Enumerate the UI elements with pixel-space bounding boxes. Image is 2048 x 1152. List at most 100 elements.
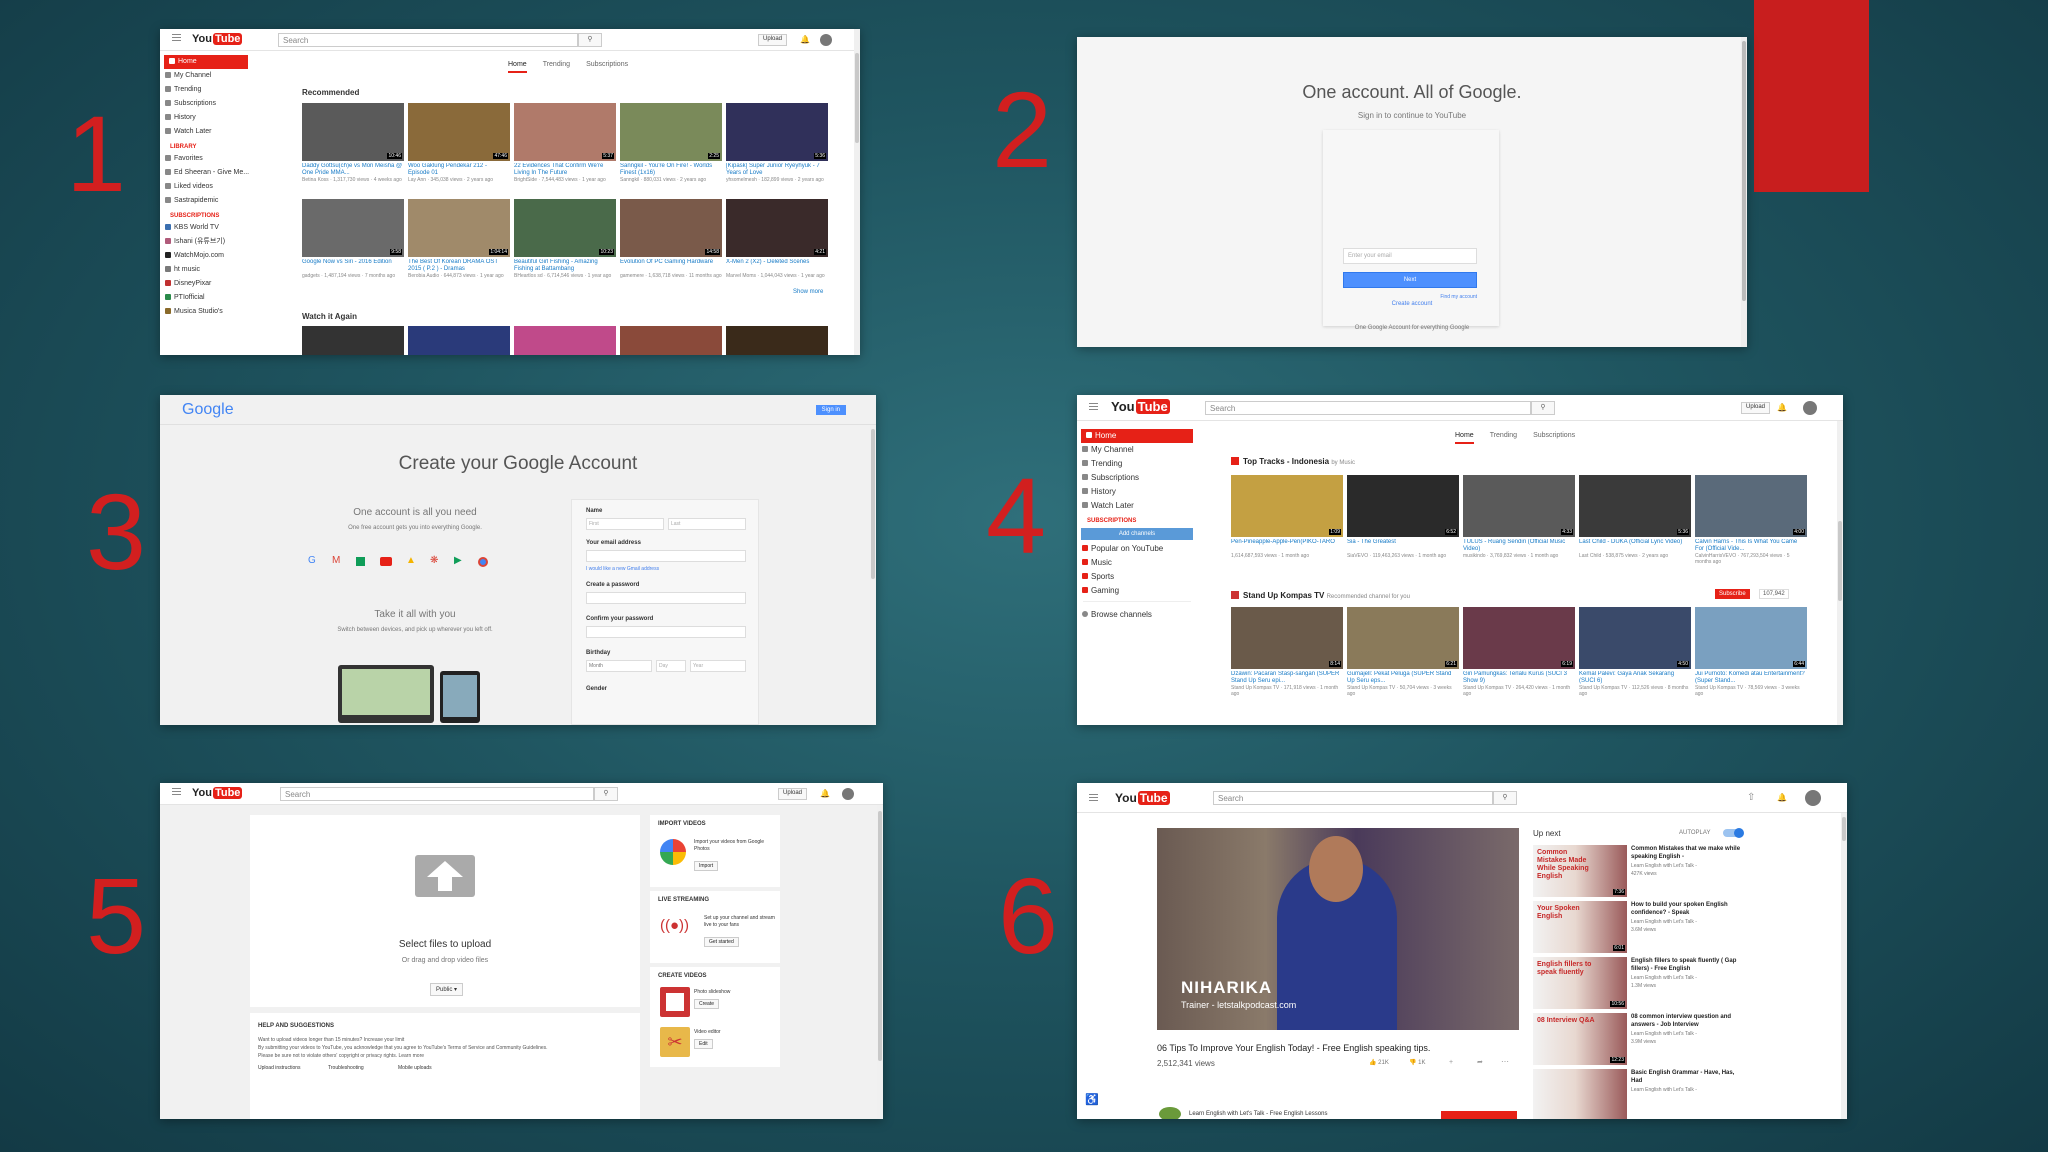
select-files-label[interactable]: Select files to upload — [250, 939, 640, 950]
video-card[interactable]: 2:25 Sanngkil - You're On Fire! - Worlds … — [620, 103, 722, 183]
nav-watch-later[interactable]: Watch Later — [1077, 499, 1197, 513]
accessibility-icon[interactable]: ♿ — [1085, 1093, 1099, 1106]
scrollbar[interactable] — [877, 805, 883, 1119]
dislike-button[interactable]: 👎 1K — [1409, 1059, 1425, 1066]
confirm-field[interactable] — [586, 626, 746, 638]
menu-icon[interactable] — [1089, 797, 1098, 798]
video-title[interactable]: Sanngkil - You're On Fire! - Worlds Fine… — [620, 163, 722, 177]
create-account-link[interactable]: Create account — [1077, 301, 1747, 307]
video-thumbnail[interactable] — [726, 326, 828, 355]
video-card[interactable]: 5:36 Last Child - DUKA (Official Lyric Vi… — [1579, 475, 1691, 559]
up-next-item[interactable]: Your Spoken English 6:01 How to build your… — [1533, 901, 1833, 953]
video-title[interactable]: Sia - The Greatest — [1347, 539, 1459, 553]
scrollbar[interactable] — [854, 29, 860, 355]
up-next-item[interactable]: 08 Interview Q&A 12:23 08 common interview… — [1533, 1013, 1833, 1065]
search-input[interactable]: Search — [1205, 401, 1531, 415]
nav-home[interactable]: Home — [1081, 429, 1193, 443]
video-thumbnail[interactable]: 2:25 — [620, 103, 722, 161]
video-card[interactable]: 4:21 X-Men 2 (X2) - Deleted Scenes Marvel … — [726, 199, 828, 279]
tab-home[interactable]: Home — [508, 61, 527, 73]
video-title[interactable]: Dzawin: Pacaran Stasp-sangan (SUPER Stan… — [1231, 671, 1343, 685]
channel-avatar[interactable] — [1159, 1107, 1181, 1119]
subscription-item[interactable]: Music — [1077, 556, 1197, 570]
video-thumbnail[interactable]: 10:46 — [302, 103, 404, 161]
video-card[interactable]: 14:58 Evolution Of PC Gaming Hardware game… — [620, 199, 722, 279]
day-field[interactable]: Day — [656, 660, 686, 672]
upload-button[interactable]: Upload — [758, 34, 788, 46]
search-button[interactable]: ⚲ — [1531, 401, 1555, 415]
library-item[interactable]: Sastrapidemic — [160, 194, 252, 208]
upload-button[interactable]: Upload — [778, 788, 808, 800]
menu-icon[interactable] — [172, 37, 181, 38]
nav-history[interactable]: History — [1077, 485, 1197, 499]
scrollbar[interactable] — [1837, 421, 1843, 725]
video-card[interactable]: 9:58 Google Now vs Siri - 2016 Edition gad… — [302, 199, 404, 279]
help-link-troubleshooting[interactable]: Troubleshooting — [328, 1065, 364, 1071]
nav-home[interactable]: Home — [164, 55, 248, 69]
video-title[interactable]: The Best Of Korean DRAMA OST 2015 ( P.2 … — [408, 259, 510, 273]
search-button[interactable]: ⚲ — [1493, 791, 1517, 805]
subscribe-button[interactable]: Subscribe — [1715, 589, 1750, 599]
video-thumbnail[interactable]: 08 Interview Q&A 12:23 — [1533, 1013, 1627, 1065]
nav-trending[interactable]: Trending — [1077, 457, 1197, 471]
bell-icon[interactable]: 🔔 — [820, 789, 830, 798]
video-title[interactable]: Google Now vs Siri - 2016 Edition — [302, 259, 404, 273]
youtube-logo[interactable]: You Tube — [1111, 399, 1170, 414]
channel-subscribe-button[interactable] — [1441, 1111, 1517, 1119]
video-thumbnail[interactable]: 47:46 — [408, 103, 510, 161]
password-field[interactable] — [586, 592, 746, 604]
subscription-item[interactable]: WatchMojo.com — [160, 249, 252, 263]
scrollbar[interactable] — [870, 425, 876, 725]
video-title[interactable]: Last Child - DUKA (Official Lyric Video) — [1579, 539, 1691, 553]
video-title[interactable]: Gumajell: Pekat Peluga (SUPER Stand Up S… — [1347, 671, 1459, 685]
video-thumbnail[interactable]: 4:21 — [726, 199, 828, 257]
up-next-title[interactable]: Common Mistakes that we make while speak… — [1631, 845, 1745, 861]
video-title[interactable]: TULUS - Ruang Sendiri (Official Music Vi… — [1463, 539, 1575, 553]
subscription-item[interactable]: Ishani (유튜브기) — [160, 235, 252, 249]
video-thumbnail[interactable]: English fillers to speak fluently 10:56 — [1533, 957, 1627, 1009]
video-card[interactable]: 6:21 Gumajell: Pekat Peluga (SUPER Stand … — [1347, 607, 1459, 697]
video-thumbnail[interactable]: 6:52 — [1347, 475, 1459, 537]
new-gmail-link[interactable]: I would like a new Gmail address — [586, 566, 659, 572]
video-thumbnail[interactable]: 6:19 — [1463, 607, 1575, 669]
tab-subscriptions[interactable]: Subscriptions — [1533, 432, 1575, 439]
video-card[interactable]: 10:46 Daddy Gottsu(ch)e vs Mon Meisha @ O… — [302, 103, 404, 183]
video-thumbnail[interactable]: 10:23 — [514, 199, 616, 257]
share-icon[interactable]: ➦ — [1477, 1058, 1483, 1066]
avatar[interactable] — [820, 34, 832, 46]
subscription-item[interactable]: PTIofficial — [160, 291, 252, 305]
search-button[interactable]: ⚲ — [578, 33, 602, 47]
add-to-icon[interactable]: + — [1449, 1059, 1453, 1066]
up-next-item[interactable]: Basic English Grammar - Have, Has, Had Le… — [1533, 1069, 1833, 1119]
video-thumbnail[interactable] — [1533, 1069, 1627, 1119]
video-card[interactable]: 4:33 TULUS - Ruang Sendiri (Official Musi… — [1463, 475, 1575, 559]
bell-icon[interactable]: 🔔 — [1777, 403, 1787, 412]
subscription-item[interactable]: Sports — [1077, 570, 1197, 584]
up-next-title[interactable]: English fillers to speak fluently ( Gap … — [1631, 957, 1745, 973]
video-card[interactable]: 1:09 Pen-Pineapple-Apple-Pen(PIKO-TARO 1,6… — [1231, 475, 1343, 559]
more-icon[interactable]: ⋯ — [1501, 1057, 1509, 1066]
autoplay-toggle[interactable] — [1723, 828, 1744, 838]
help-link-upload-instructions[interactable]: Upload instructions — [258, 1065, 301, 1071]
show-more-link[interactable]: Show more — [793, 289, 823, 295]
library-item[interactable]: Ed Sheeran - Give Me... — [160, 166, 252, 180]
video-thumbnail[interactable]: Common Mistakes Made While Speaking Engl… — [1533, 845, 1627, 897]
video-title[interactable]: Kemal Palevi: Gaya Anak Sekarang (SUCI 6… — [1579, 671, 1691, 685]
video-thumbnail[interactable]: 5:37 — [514, 103, 616, 161]
video-title[interactable]: Evolution Of PC Gaming Hardware — [620, 259, 722, 273]
menu-icon[interactable] — [172, 791, 181, 792]
video-thumbnail[interactable]: 1:04:14 — [408, 199, 510, 257]
video-thumbnail[interactable]: 4:33 — [1463, 475, 1575, 537]
video-title[interactable]: Gin Pamungkas: Terlalu Kurus (SUCI 3 Sho… — [1463, 671, 1575, 685]
up-next-title[interactable]: Basic English Grammar - Have, Has, Had — [1631, 1069, 1745, 1085]
bell-icon[interactable]: 🔔 — [1777, 793, 1787, 802]
video-card[interactable]: 1:04:14 The Best Of Korean DRAMA OST 2015… — [408, 199, 510, 279]
add-channels-button[interactable]: Add channels — [1081, 528, 1193, 540]
video-title[interactable]: Pen-Pineapple-Apple-Pen(PIKO-TARO — [1231, 539, 1343, 553]
video-card[interactable]: 5:37 22 Evidences That Confirm We're Livi… — [514, 103, 616, 183]
video-thumbnail[interactable] — [302, 326, 404, 355]
month-select[interactable]: Month — [586, 660, 652, 672]
library-item[interactable]: Liked videos — [160, 180, 252, 194]
up-next-item[interactable]: English fillers to speak fluently 10:56 En… — [1533, 957, 1833, 1009]
tab-home[interactable]: Home — [1455, 432, 1474, 444]
